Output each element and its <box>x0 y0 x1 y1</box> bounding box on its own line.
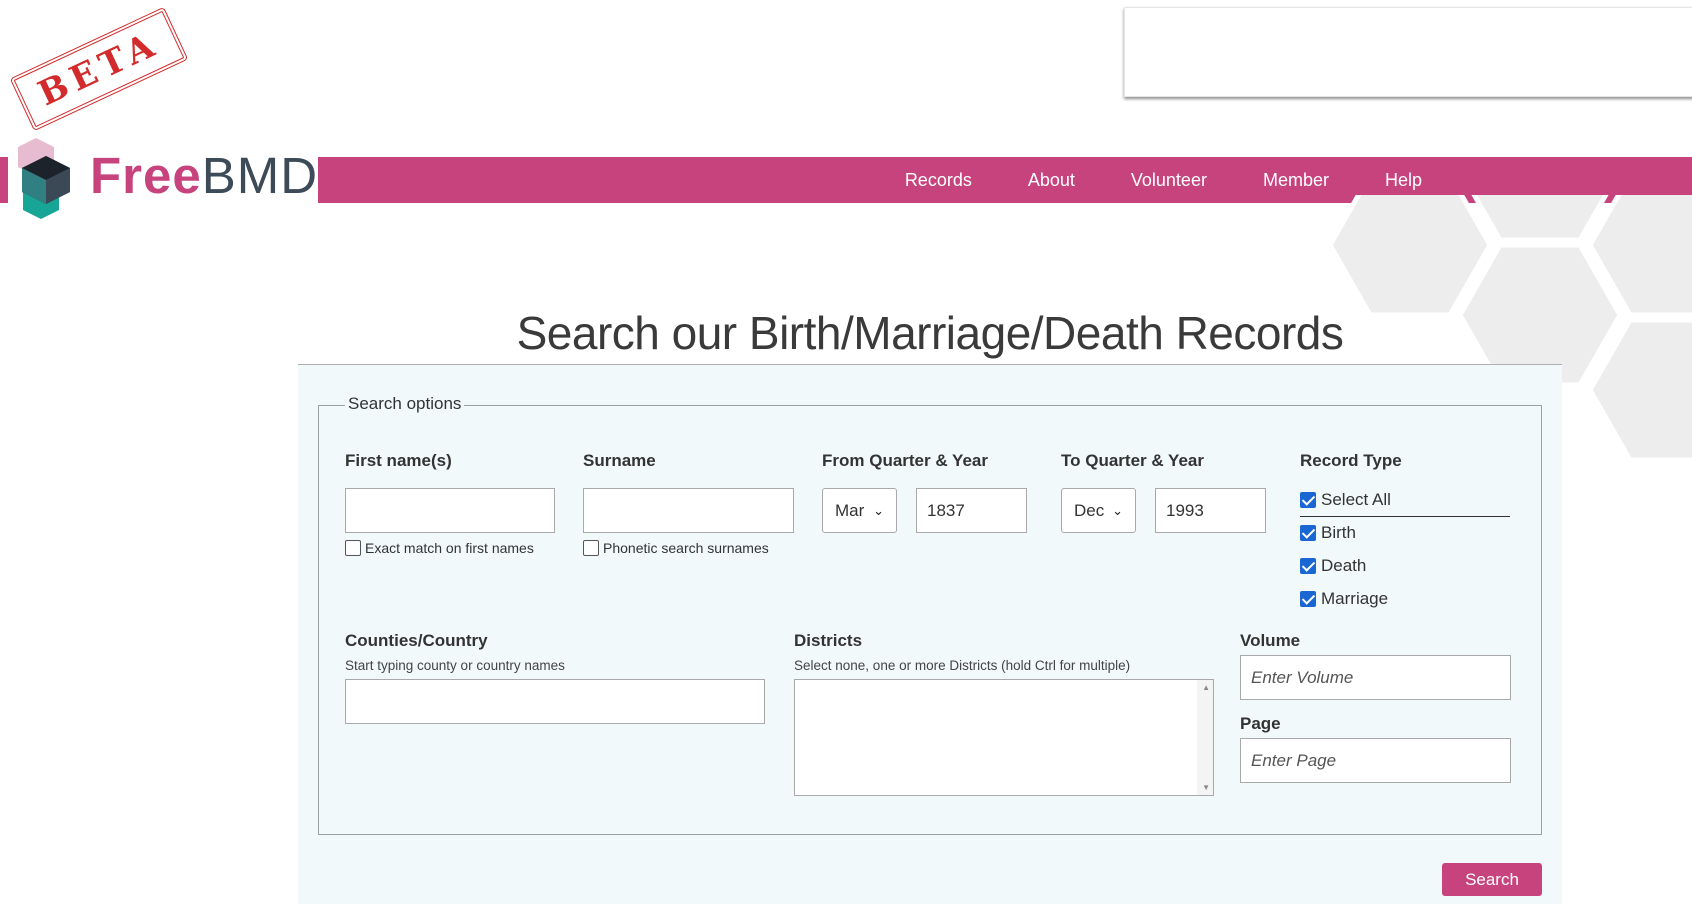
districts-listbox[interactable]: ▲ ▼ <box>794 679 1214 796</box>
nav-records[interactable]: Records <box>905 170 972 191</box>
freebmd-logo[interactable]: FreeBMD <box>8 138 318 228</box>
exact-match-checkbox-icon[interactable] <box>345 540 361 556</box>
from-quarter-value: Mar <box>835 500 865 520</box>
chevron-down-icon: ⌄ <box>873 502 884 518</box>
page-label: Page <box>1240 714 1281 733</box>
marriage-checkbox-icon[interactable] <box>1300 591 1316 607</box>
search-options-fieldset: Search options First name(s) Exact match… <box>318 394 1542 835</box>
scroll-down-icon[interactable]: ▼ <box>1202 783 1210 792</box>
exact-match-label: Exact match on first names <box>365 540 534 556</box>
beta-label: BETA <box>32 23 166 115</box>
select-all-option[interactable]: Select All <box>1300 490 1391 510</box>
districts-label: Districts <box>794 631 863 650</box>
nav-volunteer[interactable]: Volunteer <box>1131 170 1207 191</box>
to-quarter-select[interactable]: Dec ⌄ <box>1061 488 1136 533</box>
phonetic-label: Phonetic search surnames <box>603 540 769 556</box>
nav-about[interactable]: About <box>1028 170 1075 191</box>
volume-label: Volume <box>1240 631 1301 650</box>
exact-match-option[interactable]: Exact match on first names <box>345 540 534 556</box>
phonetic-search-option[interactable]: Phonetic search surnames <box>583 540 769 556</box>
logo-wordmark: FreeBMD <box>90 150 318 201</box>
fieldset-legend: Search options <box>345 394 465 414</box>
counties-hint: Start typing county or country names <box>345 658 565 673</box>
from-quarter-select[interactable]: Mar ⌄ <box>822 488 897 533</box>
to-quarter-year-label: To Quarter & Year <box>1061 451 1204 470</box>
districts-hint: Select none, one or more Districts (hold… <box>794 658 1131 673</box>
phonetic-checkbox-icon[interactable] <box>583 540 599 556</box>
search-button[interactable]: Search <box>1442 863 1542 896</box>
to-quarter-value: Dec <box>1074 500 1105 520</box>
logo-bmd-text: BMD <box>201 147 319 204</box>
surname-label: Surname <box>583 451 656 470</box>
record-type-label: Record Type <box>1300 451 1402 470</box>
death-label: Death <box>1321 556 1367 575</box>
marriage-label: Marriage <box>1321 589 1389 608</box>
from-year-input[interactable]: 1837 <box>916 488 1027 533</box>
logo-free-text: Free <box>90 147 202 204</box>
counties-label: Counties/Country <box>345 631 488 650</box>
navbar-left-stub <box>0 157 8 203</box>
first-name-label: First name(s) <box>345 451 452 470</box>
from-quarter-year-label: From Quarter & Year <box>822 451 988 470</box>
page-title: Search our Birth/Marriage/Death Records <box>516 307 1344 359</box>
chevron-down-icon: ⌄ <box>1112 502 1123 518</box>
marriage-option[interactable]: Marriage <box>1300 589 1388 609</box>
birth-checkbox-icon[interactable] <box>1300 525 1316 541</box>
record-type-divider <box>1300 516 1510 517</box>
hexagon-cube-logo-icon <box>18 138 70 219</box>
select-all-label: Select All <box>1321 490 1391 509</box>
districts-scrollbar[interactable]: ▲ ▼ <box>1197 680 1213 795</box>
page-input[interactable]: Enter Page <box>1240 738 1511 783</box>
counties-input[interactable] <box>345 679 765 724</box>
select-all-checkbox-icon[interactable] <box>1300 492 1316 508</box>
death-option[interactable]: Death <box>1300 556 1366 576</box>
birth-option[interactable]: Birth <box>1300 523 1356 543</box>
beta-stamp: BETA <box>9 6 189 132</box>
nav-help[interactable]: Help <box>1385 170 1422 191</box>
to-year-input[interactable]: 1993 <box>1155 488 1266 533</box>
search-form-panel: Search options First name(s) Exact match… <box>298 365 1562 904</box>
birth-label: Birth <box>1321 523 1356 542</box>
volume-input[interactable]: Enter Volume <box>1240 655 1511 700</box>
advert-box <box>1124 7 1692 97</box>
nav-member[interactable]: Member <box>1263 170 1329 191</box>
surname-input[interactable] <box>583 488 794 533</box>
death-checkbox-icon[interactable] <box>1300 558 1316 574</box>
first-name-input[interactable] <box>345 488 555 533</box>
scroll-up-icon[interactable]: ▲ <box>1202 683 1210 692</box>
